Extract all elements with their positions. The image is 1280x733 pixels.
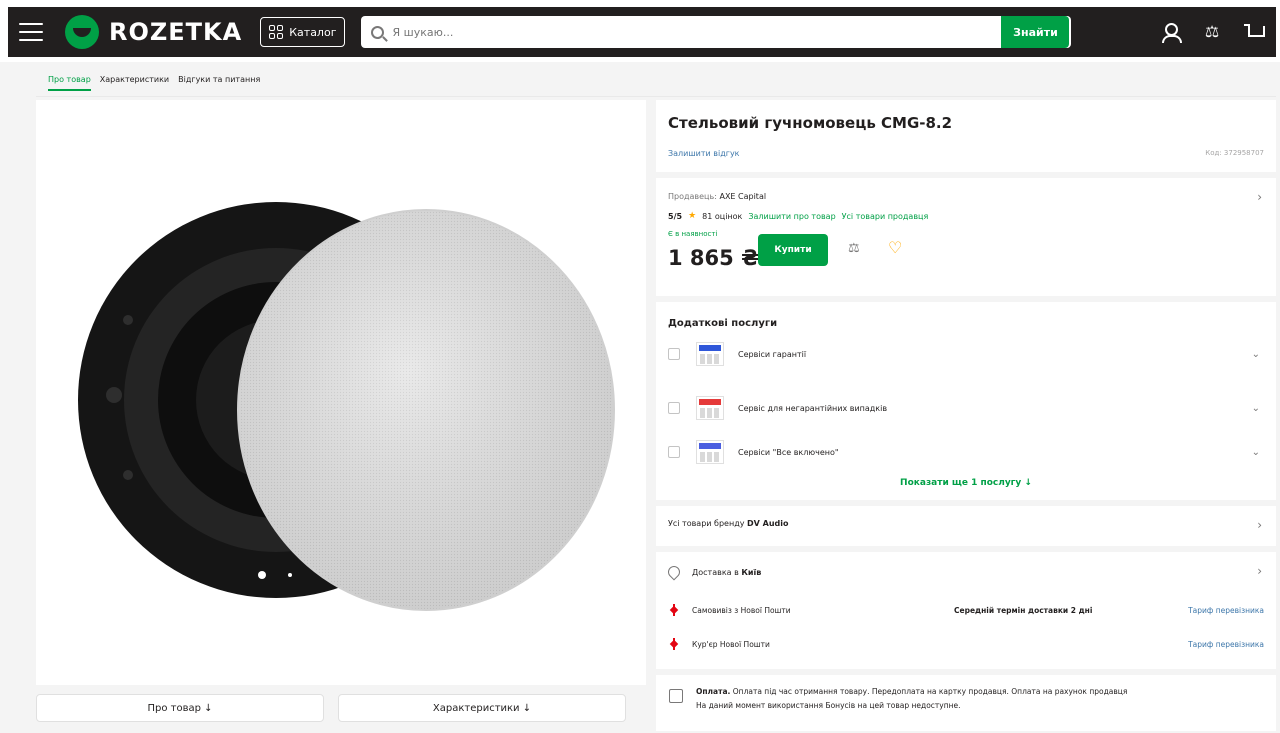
compare-icon[interactable]: ⚖ [1202, 22, 1222, 42]
specs-jump-button[interactable]: Характеристики ↓ [338, 694, 626, 722]
brand-card[interactable]: Усі товари бренду DV Audio › [656, 506, 1276, 546]
delivery-option-label: Кур'єр Нової Пошти [692, 639, 770, 649]
product-gallery [36, 100, 646, 685]
payment-text: Оплата під час отримання товару. Передоп… [732, 687, 1128, 696]
user-icon[interactable] [1160, 22, 1182, 43]
header-bar: ROZETKA Каталог Знайти ⚖ [8, 7, 1276, 57]
nova-poshta-icon [668, 638, 680, 650]
product-info: Стельовий гучномовець CMG-8.2 Залишити в… [656, 100, 1276, 733]
services-card: Додаткові послуги Сервіси гарантії ⌄ Сер… [656, 302, 1276, 500]
seller-rating: 5/5 ★ 81 оцінок Залишити про товар Усі т… [668, 211, 928, 221]
service-checkbox[interactable] [668, 446, 680, 458]
catalog-button[interactable]: Каталог [260, 17, 346, 47]
service-row: Сервіси гарантії ⌄ [668, 338, 1264, 370]
product-title: Стельовий гучномовець CMG-8.2 [668, 114, 953, 132]
chevron-down-icon[interactable]: ⌄ [1252, 403, 1260, 414]
product-code: Код: 372958707 [1205, 149, 1264, 157]
seller-card: Продавець: AXE Capital › 5/5 ★ 81 оцінок… [656, 178, 1276, 296]
availability-status: Є в наявності [668, 230, 718, 238]
service-checkbox[interactable] [668, 402, 680, 414]
grid-icon [269, 25, 284, 39]
tabs-divider [36, 96, 1276, 97]
ratings-count[interactable]: 81 оцінок [702, 212, 742, 221]
nova-poshta-icon [668, 604, 680, 616]
brand-link[interactable]: Усі товари бренду DV Audio [668, 519, 788, 528]
seller-line[interactable]: Продавець: AXE Capital [668, 192, 766, 201]
service-label[interactable]: Сервіси гарантії [738, 350, 806, 359]
brand-name: DV Audio [747, 519, 789, 528]
gallery-dot[interactable] [258, 571, 266, 579]
tab-reviews[interactable]: Відгуки та питання [178, 75, 260, 91]
delivery-option: Кур'єр Нової Пошти Тариф перевізника [668, 638, 1264, 650]
logo-icon [65, 15, 99, 49]
carrier-tariff-link[interactable]: Тариф перевізника [1188, 606, 1264, 615]
buy-button[interactable]: Купити [758, 234, 828, 266]
service-thumbnail [696, 440, 724, 464]
gallery-dot[interactable] [288, 573, 292, 577]
rating-value: 5/5 [668, 211, 683, 221]
service-label[interactable]: Сервіс для негарантійних випадків [738, 404, 887, 413]
chevron-right-icon[interactable]: › [1257, 518, 1262, 532]
wallet-icon [669, 689, 683, 703]
search-bar: Знайти [361, 16, 1072, 48]
location-pin-icon [665, 563, 683, 581]
delivery-card: Доставка в Київ › Самовивіз з Нової Пошт… [656, 552, 1276, 669]
services-title: Додаткові послуги [668, 318, 778, 329]
chevron-down-icon[interactable]: ⌄ [1252, 447, 1260, 458]
catalog-label: Каталог [289, 25, 337, 39]
delivery-city[interactable]: Доставка в Київ [665, 563, 762, 581]
seller-label: Продавець: [668, 192, 717, 201]
search-input[interactable] [392, 17, 1072, 47]
service-checkbox[interactable] [668, 348, 680, 360]
bonus-note: На даний момент використання Бонусів на … [696, 701, 961, 710]
service-thumbnail [696, 342, 724, 366]
compare-icon[interactable]: ⚖ [848, 241, 860, 256]
chevron-right-icon[interactable]: › [1257, 564, 1262, 578]
brand-prefix: Усі товари бренду [668, 519, 745, 528]
search-icon [371, 25, 385, 39]
about-jump-button[interactable]: Про товар ↓ [36, 694, 324, 722]
delivery-option-label: Самовивіз з Нової Пошти [692, 605, 791, 615]
tab-specs[interactable]: Характеристики [100, 75, 169, 91]
delivery-term: Середній термін доставки 2 дні [954, 605, 1093, 615]
delivery-city-name: Київ [741, 567, 762, 577]
section-jump-buttons: Про товар ↓ Характеристики ↓ [36, 694, 626, 722]
search-button[interactable]: Знайти [1001, 16, 1070, 48]
logo[interactable]: ROZETKA [65, 15, 242, 49]
delivery-option: Самовивіз з Нової Пошти Середній термін … [668, 604, 1264, 616]
star-icon: ★ [688, 211, 697, 221]
header-actions: ⚖ [1160, 22, 1265, 43]
payment-info: Оплата. Оплата під час отримання товару.… [696, 685, 1266, 713]
payment-label: Оплата. [696, 687, 731, 696]
chevron-down-icon[interactable]: ⌄ [1252, 349, 1260, 360]
menu-icon[interactable] [19, 23, 43, 41]
title-card: Стельовий гучномовець CMG-8.2 Залишити в… [656, 100, 1276, 172]
carrier-tariff-link[interactable]: Тариф перевізника [1188, 640, 1264, 649]
site-header: ROZETKA Каталог Знайти ⚖ [0, 0, 1280, 62]
gallery-dots [258, 571, 292, 579]
logo-text: ROZETKA [109, 18, 243, 46]
cart-icon[interactable] [1244, 22, 1265, 42]
heart-icon[interactable]: ♡ [888, 238, 902, 257]
payment-card: Оплата. Оплата під час отримання товару.… [656, 675, 1276, 731]
service-label[interactable]: Сервіси "Все включено" [738, 448, 839, 457]
service-thumbnail [696, 396, 724, 420]
product-tabs: Про товар Характеристики Відгуки та пита… [48, 75, 260, 91]
service-row: Сервіси "Все включено" ⌄ [668, 436, 1264, 468]
product-image[interactable] [36, 100, 646, 685]
seller-goods-link[interactable]: Усі товари продавця [842, 212, 929, 221]
show-more-services[interactable]: Показати ще 1 послугу ↓ [656, 478, 1276, 488]
tab-about[interactable]: Про товар [48, 75, 91, 91]
complain-link[interactable]: Залишити про товар [748, 212, 835, 221]
delivery-title: Доставка в [692, 567, 739, 577]
price: 1 865 ₴ [668, 246, 760, 270]
leave-review-link[interactable]: Залишити відгук [668, 149, 740, 158]
chevron-right-icon[interactable]: › [1257, 190, 1262, 204]
service-row: Сервіс для негарантійних випадків ⌄ [668, 392, 1264, 424]
seller-name[interactable]: AXE Capital [719, 192, 766, 201]
